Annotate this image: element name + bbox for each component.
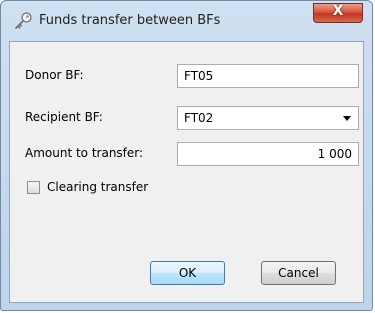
recipient-bf-label: Recipient BF: bbox=[25, 110, 103, 124]
dialog-window: Funds transfer between BFs X Donor BF: F… bbox=[0, 0, 373, 311]
title-bar[interactable]: Funds transfer between BFs X bbox=[1, 1, 372, 41]
recipient-bf-value: FT02 bbox=[184, 111, 214, 125]
amount-value: 1 000 bbox=[317, 147, 352, 161]
dialog-content: Donor BF: FT05 Recipient BF: FT02 Amount… bbox=[9, 41, 364, 303]
window-title: Funds transfer between BFs bbox=[39, 13, 221, 28]
recipient-bf-select[interactable]: FT02 bbox=[177, 106, 359, 130]
cancel-button[interactable]: Cancel bbox=[261, 261, 336, 285]
close-icon: X bbox=[332, 3, 344, 19]
close-button[interactable]: X bbox=[313, 3, 363, 23]
clearing-transfer-label: Clearing transfer bbox=[47, 180, 149, 194]
clearing-transfer-checkbox[interactable] bbox=[27, 181, 40, 194]
donor-bf-label: Donor BF: bbox=[25, 68, 84, 82]
donor-bf-value: FT05 bbox=[184, 69, 214, 83]
donor-bf-field[interactable]: FT05 bbox=[177, 64, 359, 88]
ok-button[interactable]: OK bbox=[150, 261, 225, 285]
amount-field[interactable]: 1 000 bbox=[177, 142, 359, 166]
amount-label: Amount to transfer: bbox=[25, 146, 144, 160]
dropdown-arrow-icon[interactable] bbox=[343, 116, 351, 121]
key-icon bbox=[13, 11, 33, 31]
